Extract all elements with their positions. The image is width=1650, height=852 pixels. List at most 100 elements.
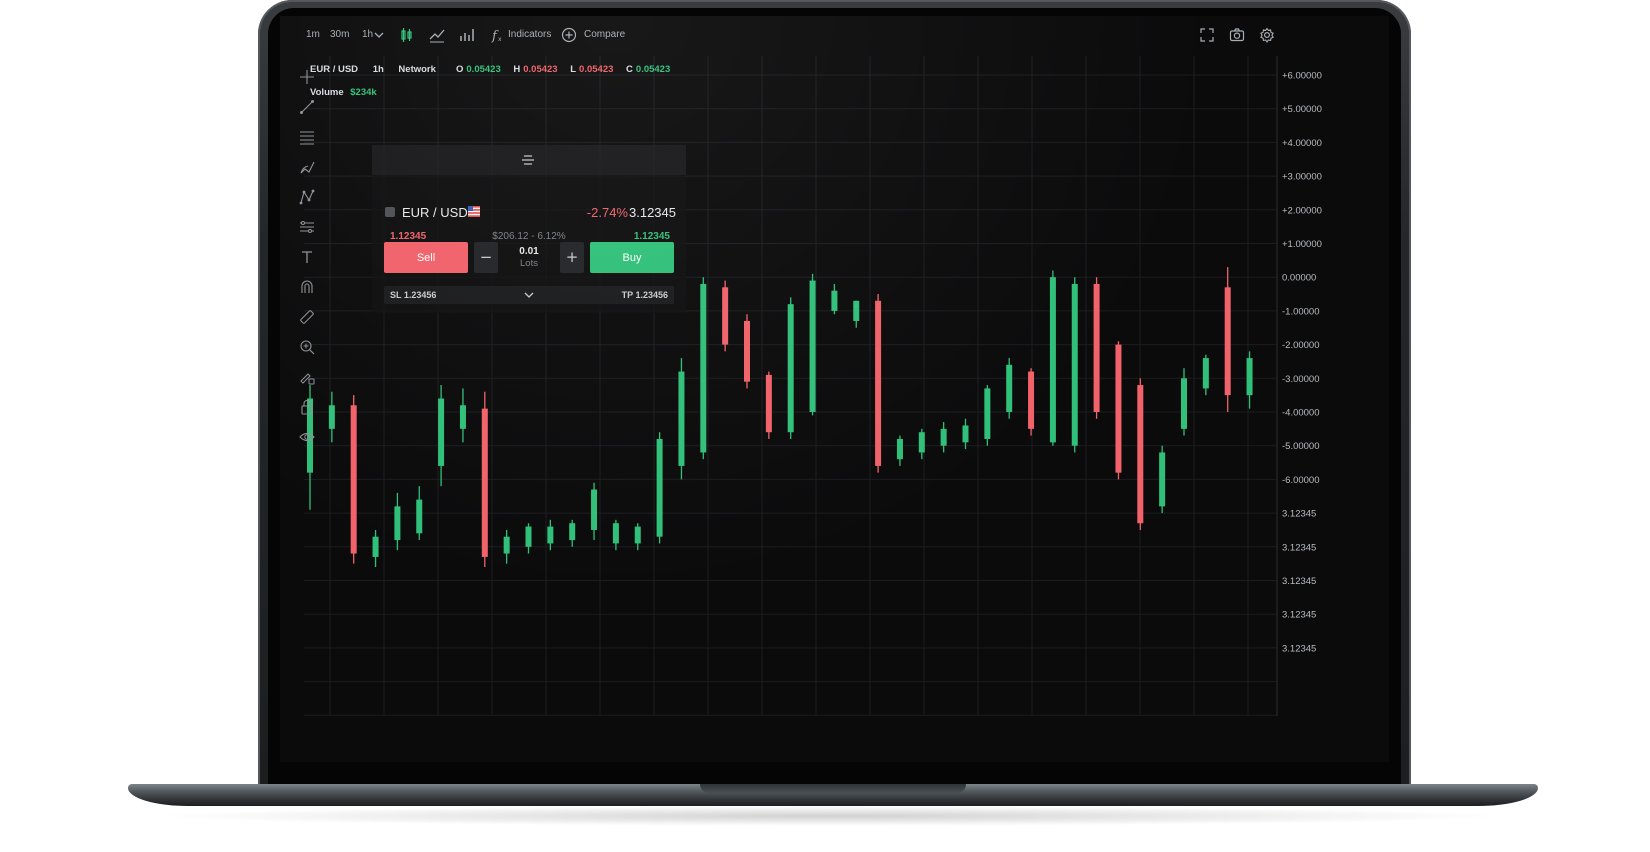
timeframe-30m[interactable]: 30m	[330, 28, 349, 42]
magnet-icon[interactable]	[298, 278, 316, 296]
candle-body	[481, 408, 488, 557]
current-price: 3.12345	[629, 205, 676, 220]
panel-drag-handle[interactable]	[372, 145, 686, 175]
candle-body	[503, 536, 510, 554]
candle-body	[918, 432, 925, 453]
us-flag-icon	[468, 206, 480, 217]
legend-h-value: 0.05423	[523, 64, 558, 75]
legend-o-value: 0.05423	[466, 64, 501, 75]
buy-price: 1.12345	[633, 231, 670, 242]
laptop-base	[128, 784, 1538, 806]
y-axis-tick-label: +4.00000	[1282, 138, 1322, 149]
candle-body	[394, 506, 401, 541]
trading-screen: +6.00000 +5.00000 +4.00000 +3.00000 +2.00000…	[280, 16, 1389, 762]
text-icon[interactable]	[298, 248, 316, 266]
y-axis-tick-label: +2.00000	[1282, 205, 1322, 216]
candle-body	[350, 405, 357, 554]
lock-drawings-icon[interactable]	[298, 368, 316, 386]
legend-o-label: O	[456, 64, 464, 75]
legend-c-value: 0.05423	[635, 64, 671, 75]
take-profit-value: TP 1.23456	[621, 290, 668, 300]
y-axis-tick-label: 3.12345	[1282, 509, 1316, 520]
candle-body	[940, 428, 947, 446]
lots-value[interactable]: 0.01	[502, 246, 556, 257]
y-axis-tick-label: 0.00000	[1282, 273, 1316, 284]
chevron-down-icon[interactable]	[373, 29, 385, 41]
symbol-checkbox[interactable]	[385, 207, 395, 217]
camera-icon[interactable]	[1228, 26, 1246, 44]
candle-body	[700, 283, 707, 453]
candle-body	[875, 300, 882, 466]
trend-line-icon[interactable]	[298, 98, 316, 116]
timeframe-1h[interactable]: 1h	[362, 28, 373, 42]
price-change: -2.74%	[586, 205, 628, 220]
candle-body	[372, 536, 379, 557]
measure-icon[interactable]	[298, 218, 316, 236]
decrease-lots-button[interactable]: −	[474, 242, 498, 273]
line-chart-icon[interactable]	[428, 26, 446, 44]
candle-body	[1181, 378, 1187, 429]
candlestick-chart[interactable]: +6.00000 +5.00000 +4.00000 +3.00000 +2.00000…	[280, 16, 1389, 720]
laptop-bezel: +6.00000 +5.00000 +4.00000 +3.00000 +2.00000…	[268, 8, 1401, 792]
candle-body	[744, 321, 750, 382]
candle-body	[656, 438, 663, 537]
candle-body	[809, 280, 816, 412]
y-axis-tick-label: 3.12345	[1282, 643, 1316, 654]
candle-body	[525, 526, 532, 547]
candle-body	[547, 526, 554, 544]
brush-icon[interactable]	[298, 158, 316, 176]
legend-volume-value: $234k	[350, 87, 377, 98]
chevron-down-icon[interactable]	[523, 290, 535, 300]
candle-body	[962, 425, 969, 443]
candle-body	[831, 290, 838, 311]
candle-body	[1093, 283, 1100, 412]
candle-body	[1224, 287, 1231, 396]
laptop-lid: +6.00000 +5.00000 +4.00000 +3.00000 +2.00000…	[258, 0, 1411, 792]
candle-body	[984, 388, 991, 439]
fullscreen-icon[interactable]	[1198, 26, 1216, 44]
candles-icon[interactable]	[398, 26, 416, 44]
candle-body	[634, 526, 641, 544]
candle-body	[1159, 452, 1166, 507]
lock-icon[interactable]	[298, 398, 316, 416]
y-axis-tick-label: -3.00000	[1282, 374, 1320, 385]
y-axis-tick-label: +6.00000	[1282, 71, 1322, 82]
lots-label: Lots	[520, 258, 538, 269]
pattern-icon[interactable]	[298, 188, 316, 206]
fib-retracement-icon[interactable]	[298, 128, 316, 146]
candle-body	[1137, 385, 1144, 524]
buy-button[interactable]: Buy	[590, 242, 674, 273]
plus-circle-icon[interactable]	[560, 26, 578, 44]
zoom-in-icon[interactable]	[298, 338, 316, 356]
laptop-hinge-notch	[700, 784, 966, 793]
y-axis-tick-label: -2.00000	[1282, 340, 1320, 351]
sl-tp-dropdown[interactable]: SL 1.23456 TP 1.23456	[384, 286, 674, 304]
bar-chart-icon[interactable]	[458, 26, 476, 44]
legend-volume-label: Volume	[310, 87, 344, 98]
candle-body	[569, 523, 576, 541]
top-toolbar: 1m 30m 1h f x Indicators Compare	[280, 16, 1389, 54]
increase-lots-button[interactable]: +	[560, 242, 584, 273]
gear-icon[interactable]	[1258, 26, 1276, 44]
ruler-icon[interactable]	[298, 308, 316, 326]
candle-body	[722, 287, 729, 345]
candle-body	[787, 304, 794, 433]
y-axis-tick-label: -4.00000	[1282, 408, 1320, 419]
indicators-button[interactable]: Indicators	[508, 28, 551, 42]
crosshair-icon[interactable]	[298, 68, 316, 86]
legend-l-label: L	[570, 64, 577, 75]
candle-body	[612, 523, 619, 544]
legend-interval: 1h	[372, 64, 384, 75]
timeframe-1m[interactable]: 1m	[306, 28, 320, 42]
candle-body	[853, 300, 860, 322]
y-axis-tick-label: +5.00000	[1282, 104, 1322, 115]
order-panel: EUR / USD -2.74% 3.12345 1.12345 $206.12…	[372, 145, 686, 313]
eye-icon[interactable]	[298, 428, 316, 446]
sell-button[interactable]: Sell	[384, 242, 468, 273]
drag-handle-icon[interactable]	[521, 154, 535, 166]
stop-loss-value: SL 1.23456	[390, 290, 437, 300]
function-icon[interactable]: f x	[488, 26, 506, 44]
compare-button[interactable]: Compare	[584, 28, 625, 42]
legend-volume: Volume $234k	[310, 87, 377, 98]
candle-body	[1202, 358, 1209, 389]
